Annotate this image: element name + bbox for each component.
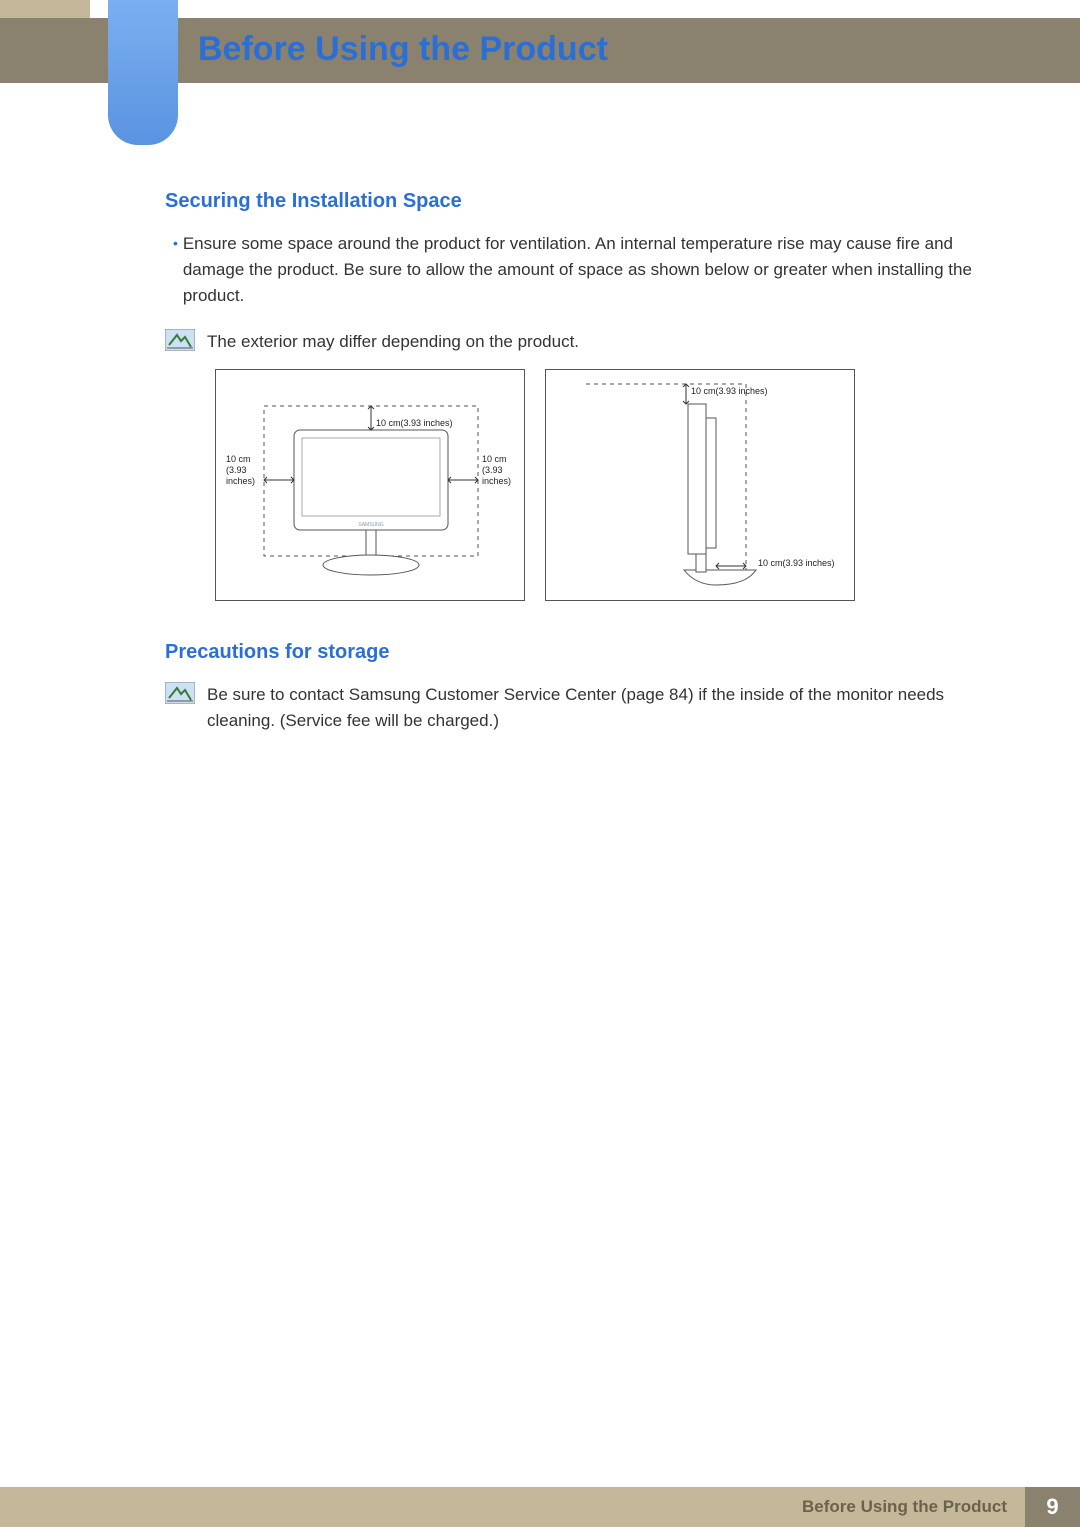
measure-top-front: 10 cm(3.93 inches) (376, 418, 453, 429)
measure-back-side: 10 cm(3.93 inches) (758, 558, 835, 569)
note-icon (165, 682, 195, 704)
note-block: The exterior may differ depending on the… (165, 329, 985, 355)
measure-top-side: 10 cm(3.93 inches) (691, 386, 768, 397)
section-heading-storage: Precautions for storage (165, 641, 985, 664)
bullet-item: • Ensure some space around the product f… (165, 231, 985, 309)
section-heading-installation-space: Securing the Installation Space (165, 190, 985, 213)
page-content: Securing the Installation Space • Ensure… (165, 190, 985, 748)
diagram-front-view: SAMSUNG 10 cm(3.93 inches) 10 cm (3.93 i… (215, 369, 525, 601)
footer-page-number-box: 9 (1025, 1487, 1080, 1527)
footer-bar: Before Using the Product 9 (0, 1487, 1080, 1527)
note-block-storage: Be sure to contact Samsung Customer Serv… (165, 682, 985, 734)
top-accent-strip (0, 0, 90, 18)
measure-left-front: 10 cm (3.93 inches) (226, 454, 260, 487)
footer-chapter-label: Before Using the Product (802, 1497, 1007, 1517)
chapter-tab (108, 0, 178, 145)
brand-label: SAMSUNG (358, 522, 383, 528)
note-icon (165, 329, 195, 351)
diagram-side-view: 10 cm(3.93 inches) 10 cm(3.93 inches) (545, 369, 855, 601)
bullet-marker: • (165, 231, 183, 309)
chapter-title: Before Using the Product (198, 30, 608, 69)
note-text-storage: Be sure to contact Samsung Customer Serv… (207, 682, 985, 734)
footer-page-number: 9 (1046, 1494, 1058, 1520)
measure-right-front: 10 cm (3.93 inches) (482, 454, 516, 487)
note-text: The exterior may differ depending on the… (207, 329, 579, 355)
diagram-row: SAMSUNG 10 cm(3.93 inches) 10 cm (3.93 i… (215, 369, 985, 601)
bullet-text: Ensure some space around the product for… (183, 231, 985, 309)
